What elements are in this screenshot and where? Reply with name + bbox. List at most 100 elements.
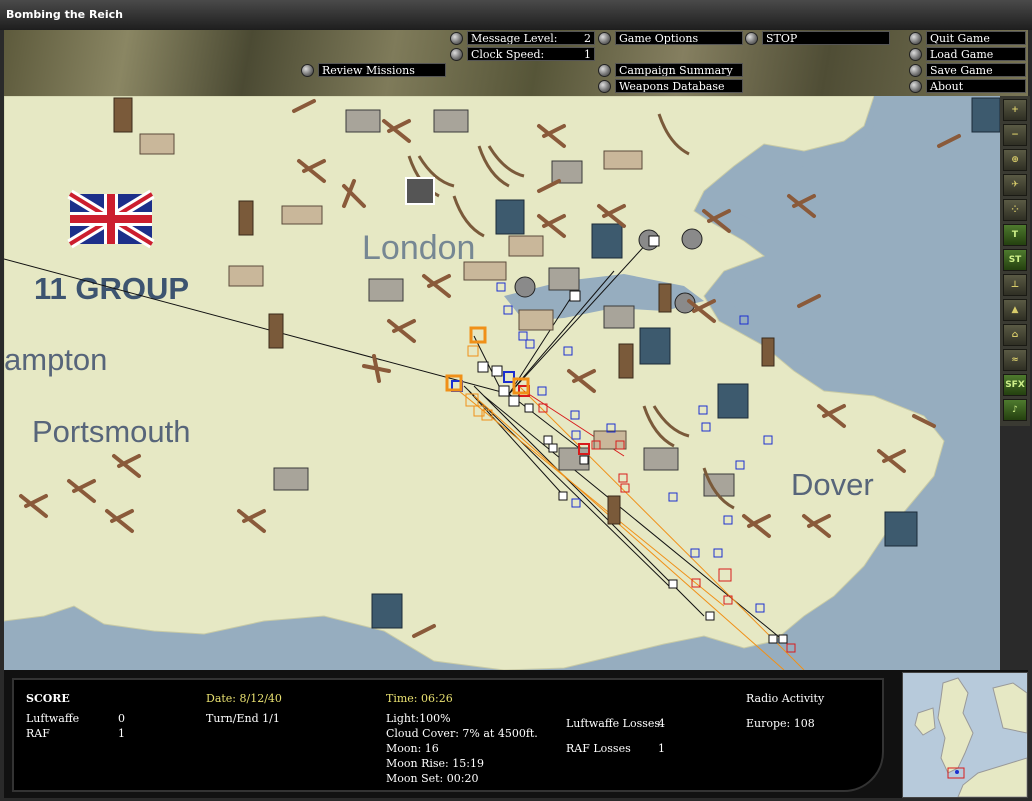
hangar-icon bbox=[548, 267, 580, 291]
center-icon[interactable]: ⊕ bbox=[1003, 149, 1027, 171]
quit-game-button[interactable]: Quit Game bbox=[909, 31, 1026, 45]
hangar-icon bbox=[433, 109, 469, 133]
map-canvas[interactable]: London 11 GROUP ampton Portsmouth Dover bbox=[4, 96, 1000, 670]
airfield-icon bbox=[593, 430, 627, 450]
airfield-icon[interactable]: ⊥ bbox=[1003, 274, 1027, 296]
about-label: About bbox=[926, 79, 1026, 93]
score-title: SCORE bbox=[26, 692, 70, 705]
message-level-control[interactable]: Message Level: 2 bbox=[450, 31, 595, 45]
about-button[interactable]: About bbox=[909, 79, 1026, 93]
moon-set-readout: Moon Set: 00:20 bbox=[386, 772, 479, 785]
airfield-icon bbox=[139, 133, 175, 155]
ship-icon[interactable]: ≈ bbox=[1003, 349, 1027, 371]
minimap-canvas[interactable] bbox=[903, 673, 1027, 797]
music-icon[interactable]: ♪ bbox=[1003, 399, 1027, 421]
clock-speed-control[interactable]: Clock Speed: 1 bbox=[450, 47, 595, 61]
radio-dot-icon bbox=[909, 79, 922, 93]
ship-icon bbox=[371, 593, 403, 629]
factory-icon bbox=[113, 97, 133, 133]
radio-europe-readout: Europe: 108 bbox=[746, 717, 815, 730]
union-jack-icon bbox=[67, 189, 155, 249]
status-area: SCORE Luftwaffe 0 RAF 1 Date: 8/12/40 Tu… bbox=[4, 670, 1028, 798]
map-label-dover: Dover bbox=[791, 467, 874, 502]
sfx-icon[interactable]: SFX bbox=[1003, 374, 1027, 396]
minimap-britain bbox=[937, 677, 974, 774]
radio-dot-icon bbox=[909, 31, 922, 45]
factory-icon bbox=[238, 200, 254, 236]
map-label-london: London bbox=[362, 229, 475, 267]
moon-rise-readout: Moon Rise: 15:19 bbox=[386, 757, 484, 770]
aircraft-icon[interactable]: ✈ bbox=[1003, 174, 1027, 196]
window-title: Bombing the Reich bbox=[6, 8, 124, 21]
radio-dot-icon bbox=[745, 31, 758, 45]
review-missions-button[interactable]: Review Missions bbox=[301, 63, 446, 77]
factory-icon bbox=[658, 283, 672, 313]
hangar-icon bbox=[603, 305, 635, 329]
map-view[interactable]: London 11 GROUP ampton Portsmouth Dover bbox=[4, 96, 1000, 670]
ship-icon bbox=[884, 511, 918, 547]
time-readout: Time: 06:26 bbox=[386, 692, 453, 705]
message-level-field: Message Level: 2 bbox=[467, 31, 595, 45]
game-options-label: Game Options bbox=[615, 31, 743, 45]
luftwaffe-score-label: Luftwaffe bbox=[26, 712, 80, 725]
factory-icon bbox=[607, 495, 621, 525]
raf-losses-label: RAF Losses bbox=[566, 742, 631, 755]
stop-label: STOP bbox=[762, 31, 890, 45]
campaign-summary-button[interactable]: Campaign Summary bbox=[598, 63, 743, 77]
raf-score-label: RAF bbox=[26, 727, 50, 740]
factory-icon bbox=[268, 313, 284, 349]
st-icon[interactable]: ST bbox=[1003, 249, 1027, 271]
stop-button[interactable]: STOP bbox=[745, 31, 890, 45]
selected-target-icon bbox=[405, 177, 435, 205]
airfield-icon bbox=[281, 205, 323, 225]
review-missions-label: Review Missions bbox=[318, 63, 446, 77]
radio-dot-icon bbox=[909, 47, 922, 61]
clock-speed-value: 1 bbox=[584, 48, 591, 61]
radio-dot-icon bbox=[598, 31, 611, 45]
turn-readout: Turn/End 1/1 bbox=[206, 712, 280, 725]
clock-speed-field: Clock Speed: 1 bbox=[467, 47, 595, 61]
ship-icon bbox=[717, 383, 749, 419]
ship-icon bbox=[639, 327, 671, 365]
weapons-database-button[interactable]: Weapons Database bbox=[598, 79, 743, 93]
minimap-ireland bbox=[914, 707, 936, 736]
flak-icon bbox=[514, 276, 536, 298]
formation-icon[interactable]: ⁘ bbox=[1003, 199, 1027, 221]
ship-icon bbox=[971, 97, 1000, 133]
airfield-icon bbox=[603, 150, 643, 170]
message-level-value: 2 bbox=[584, 32, 591, 45]
flak-icon[interactable]: ▲ bbox=[1003, 299, 1027, 321]
weapons-database-label: Weapons Database bbox=[615, 79, 743, 93]
airfield-icon bbox=[518, 309, 554, 331]
control-bar: Review Missions Message Level: 2 Clock Sp… bbox=[4, 30, 1028, 96]
map-label-11-group: 11 GROUP bbox=[34, 271, 189, 306]
airfield-icon bbox=[463, 261, 507, 281]
hangar-icon bbox=[551, 160, 583, 184]
factory-icon bbox=[761, 337, 775, 367]
map-toolbar: + − ⊕ ✈ ⁘ T ST ⊥ ▲ ⌂ ≈ SFX ♪ bbox=[1000, 96, 1030, 426]
hangar-icon bbox=[345, 109, 381, 133]
game-options-button[interactable]: Game Options bbox=[598, 31, 743, 45]
factory-icon bbox=[618, 343, 634, 379]
target-icon[interactable]: T bbox=[1003, 224, 1027, 246]
load-game-label: Load Game bbox=[926, 47, 1026, 61]
radio-dot-icon bbox=[450, 31, 463, 45]
clock-speed-label: Clock Speed: bbox=[471, 48, 545, 61]
date-readout: Date: 8/12/40 bbox=[206, 692, 282, 705]
overview-minimap[interactable] bbox=[902, 672, 1028, 798]
hangar-icon bbox=[643, 447, 679, 471]
zoom-in-icon[interactable]: + bbox=[1003, 99, 1027, 121]
minimap-continent bbox=[957, 757, 1027, 797]
hangar-icon bbox=[368, 278, 404, 302]
airfield-icon bbox=[508, 235, 544, 257]
load-game-button[interactable]: Load Game bbox=[909, 47, 1026, 61]
moon-readout: Moon: 16 bbox=[386, 742, 439, 755]
save-game-button[interactable]: Save Game bbox=[909, 63, 1026, 77]
hangar-icon bbox=[273, 467, 309, 491]
radio-activity-title: Radio Activity bbox=[746, 692, 825, 705]
luftwaffe-losses-label: Luftwaffe Losses bbox=[566, 717, 661, 730]
status-panel: SCORE Luftwaffe 0 RAF 1 Date: 8/12/40 Tu… bbox=[12, 678, 884, 792]
campaign-summary-label: Campaign Summary bbox=[615, 63, 743, 77]
zoom-out-icon[interactable]: − bbox=[1003, 124, 1027, 146]
factory-icon[interactable]: ⌂ bbox=[1003, 324, 1027, 346]
